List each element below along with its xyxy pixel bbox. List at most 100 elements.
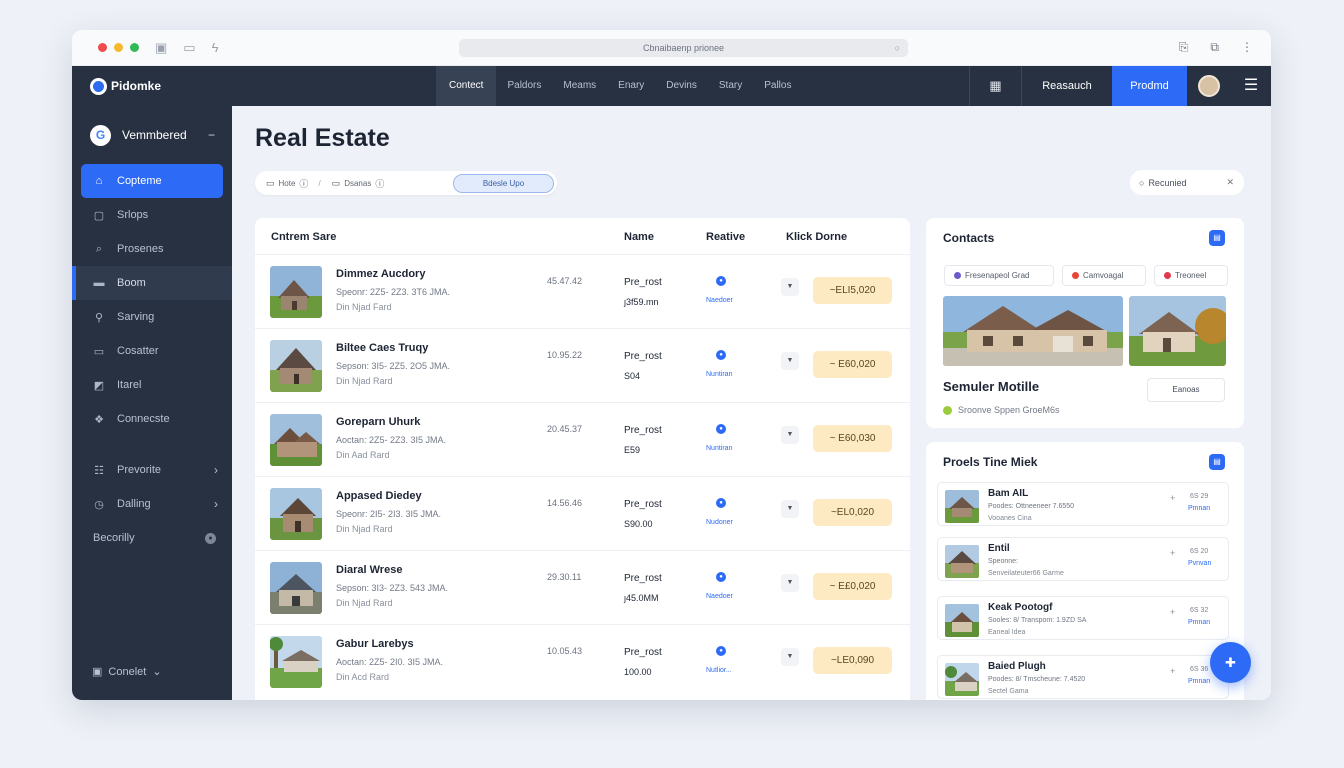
sidebar-item-sarving[interactable]: ⚲ Sarving bbox=[72, 300, 232, 334]
sidebar-item-srlops[interactable]: ▢ Srlops bbox=[72, 198, 232, 232]
property-photo[interactable] bbox=[943, 296, 1123, 366]
dropdown-toggle[interactable]: ▼ bbox=[781, 352, 799, 370]
maximize-window-button[interactable] bbox=[130, 43, 139, 52]
sidebar-item-prosenes[interactable]: ⌕ Prosenes bbox=[72, 232, 232, 266]
column-header[interactable]: Cntrem Sare bbox=[271, 218, 336, 254]
nav-tab[interactable]: Contect bbox=[436, 66, 497, 106]
table-row[interactable]: Appased Diedey Speonr: 2I5- 2I3. 3I5 JMA… bbox=[255, 476, 910, 550]
calendar-icon[interactable]: ▦ bbox=[969, 66, 1021, 106]
price-badge[interactable]: ~ E60,020 bbox=[813, 351, 892, 378]
property-name: Dimmez Aucdory bbox=[336, 268, 426, 280]
sidebar-item-cosatter[interactable]: ▭ Cosatter bbox=[72, 334, 232, 368]
property-time: 45.47.42 bbox=[547, 276, 583, 286]
tab-overview-icon[interactable]: ▭ bbox=[183, 40, 195, 56]
status-icon: ● bbox=[716, 646, 726, 656]
tabs-icon[interactable]: ⧉ bbox=[1210, 40, 1219, 55]
list-item[interactable]: Entil Speonne: Senveilateuter66 Garme + … bbox=[937, 537, 1229, 581]
table-row[interactable]: Dimmez Aucdory Speonr: 2Z5- 2Z3. 3T6 JMA… bbox=[255, 254, 910, 328]
close-icon[interactable]: ✕ bbox=[1226, 177, 1234, 188]
sidebar-item-itarel[interactable]: ◩ Itarel bbox=[72, 368, 232, 402]
sidebar-item-connecste[interactable]: ❖ Connecste bbox=[72, 402, 232, 436]
filter-second[interactable]: ▭ Dsanas ⓘ bbox=[321, 177, 385, 190]
item-meta: Eaneal Idea bbox=[988, 629, 1026, 636]
filter-home-label: Hote bbox=[278, 178, 296, 188]
sidebar-item-copteme[interactable]: ⌂ Copteme bbox=[81, 164, 223, 198]
sidebar-bottom-menu[interactable]: ▣ Conelet ⌄ bbox=[92, 665, 162, 679]
contact-action-button[interactable]: Eanoas bbox=[1147, 378, 1225, 402]
plus-icon[interactable]: + bbox=[1170, 493, 1175, 503]
filter-active-chip[interactable]: Bdesle Upo bbox=[453, 173, 554, 193]
dropdown-toggle[interactable]: ▼ bbox=[781, 574, 799, 592]
dropdown-toggle[interactable]: ▼ bbox=[781, 648, 799, 666]
list-item[interactable]: Keak Pootogf Sooles: 8/ Transpom: 1.9ZD … bbox=[937, 596, 1229, 640]
property-post: Pre_rost bbox=[624, 351, 662, 362]
plus-icon[interactable]: + bbox=[1170, 607, 1175, 617]
research-button[interactable]: Reasauch bbox=[1021, 66, 1112, 106]
sidebar-item-prevorite[interactable]: ☷ Prevorite › bbox=[72, 453, 232, 487]
column-header[interactable]: Klick Dorne bbox=[786, 218, 847, 254]
document-icon[interactable]: ▤ bbox=[1209, 230, 1225, 246]
minimize-window-button[interactable] bbox=[114, 43, 123, 52]
account-switcher[interactable]: G Vemmbered − bbox=[72, 106, 232, 164]
sidebar-item-security[interactable]: Becorilly ● bbox=[72, 521, 232, 555]
column-header[interactable]: Name bbox=[624, 218, 654, 254]
nav-tab[interactable]: Enary bbox=[607, 66, 655, 106]
item-link[interactable]: Pvnvan bbox=[1188, 560, 1211, 567]
info-icon: ⓘ bbox=[375, 178, 385, 189]
sidebar-item-boom[interactable]: ▬ Boom bbox=[72, 266, 232, 300]
price-badge[interactable]: ~EL0,020 bbox=[813, 499, 892, 526]
menu-icon[interactable]: ☰ bbox=[1231, 66, 1271, 106]
product-button[interactable]: Prodmd bbox=[1112, 66, 1187, 106]
brand[interactable]: Pidomke bbox=[72, 66, 232, 106]
nav-tab[interactable]: Meams bbox=[552, 66, 607, 106]
price-badge[interactable]: ~ELI5,020 bbox=[813, 277, 892, 304]
nav-tab[interactable]: Paldors bbox=[496, 66, 552, 106]
dropdown-toggle[interactable]: ▼ bbox=[781, 500, 799, 518]
contact-tag[interactable]: Camvoagal bbox=[1062, 265, 1146, 286]
plus-icon[interactable]: + bbox=[1170, 548, 1175, 558]
refresh-icon[interactable]: ○ bbox=[895, 39, 900, 57]
lightning-icon[interactable]: ϟ bbox=[212, 40, 219, 55]
sidebar-item-dalling[interactable]: ◷ Dalling › bbox=[72, 487, 232, 521]
search-icon: ⌕ bbox=[95, 242, 103, 255]
dropdown-toggle[interactable]: ▼ bbox=[781, 426, 799, 444]
property-photo[interactable] bbox=[1129, 296, 1226, 366]
dropdown-toggle[interactable]: ▼ bbox=[781, 278, 799, 296]
status-icon: ● bbox=[716, 276, 726, 286]
nav-tab[interactable]: Pallos bbox=[753, 66, 802, 106]
sidebar-toggle-icon[interactable]: ▣ bbox=[155, 40, 167, 56]
property-details: Sepson: 3I3- 2Z3. 543 JMA. bbox=[336, 583, 449, 593]
list-item[interactable]: Bam AIL Poodes: Ottneeneer 7.6550 Vooane… bbox=[937, 482, 1229, 526]
table-row[interactable]: Diaral Wrese Sepson: 3I3- 2Z3. 543 JMA. … bbox=[255, 550, 910, 624]
required-button[interactable]: ○ Recunied ✕ bbox=[1130, 170, 1244, 195]
contact-tag[interactable]: Fresenapeol Grad bbox=[944, 265, 1054, 286]
table-row[interactable]: Gabur Larebys Aoctan: 2Z5- 2I0. 3I5 JMA.… bbox=[255, 624, 910, 698]
item-number: 6S 36 bbox=[1190, 666, 1209, 673]
list-item[interactable]: Baied Plugh Poodes: 8/ Tmscheune: 7.4520… bbox=[937, 655, 1229, 699]
address-bar[interactable]: Cbnaibaenp prionee ○ bbox=[459, 39, 908, 57]
table-row[interactable]: Goreparn Uhurk Aoctan: 2Z5- 2Z3. 3I5 JMA… bbox=[255, 402, 910, 476]
price-badge[interactable]: ~ E60,030 bbox=[813, 425, 892, 452]
table-row[interactable]: Biltee Caes Truqy Sepson: 3I5- 2Z5. 2O5 … bbox=[255, 328, 910, 402]
link-icon: ❖ bbox=[94, 413, 104, 426]
chat-fab-button[interactable]: ✚ bbox=[1210, 642, 1251, 683]
price-badge[interactable]: ~ E£0,020 bbox=[813, 573, 892, 600]
nav-tab[interactable]: Stary bbox=[708, 66, 753, 106]
item-link[interactable]: Pmnan bbox=[1188, 619, 1210, 626]
more-icon[interactable]: ⋮ bbox=[1241, 40, 1253, 55]
share-icon[interactable]: ⎘ bbox=[1179, 40, 1189, 55]
item-link[interactable]: Pmnan bbox=[1188, 505, 1210, 512]
contact-tag[interactable]: Treoneel bbox=[1154, 265, 1228, 286]
brand-logo-icon bbox=[90, 77, 107, 95]
column-header[interactable]: Reative bbox=[706, 218, 745, 254]
browser-chrome: ▣ ▭ ϟ Cbnaibaenp prionee ○ ⎘ ⧉ ⋮ bbox=[72, 30, 1271, 66]
document-icon[interactable]: ▤ bbox=[1209, 454, 1225, 470]
collapse-icon[interactable]: − bbox=[208, 128, 215, 142]
plus-icon[interactable]: + bbox=[1170, 666, 1175, 676]
price-badge[interactable]: ~LE0,090 bbox=[813, 647, 892, 674]
close-window-button[interactable] bbox=[98, 43, 107, 52]
filter-home[interactable]: ▭ Hote ⓘ bbox=[255, 177, 308, 190]
item-link[interactable]: Pmnan bbox=[1188, 678, 1210, 685]
nav-tab[interactable]: Devins bbox=[655, 66, 708, 106]
user-avatar-button[interactable] bbox=[1187, 66, 1231, 106]
